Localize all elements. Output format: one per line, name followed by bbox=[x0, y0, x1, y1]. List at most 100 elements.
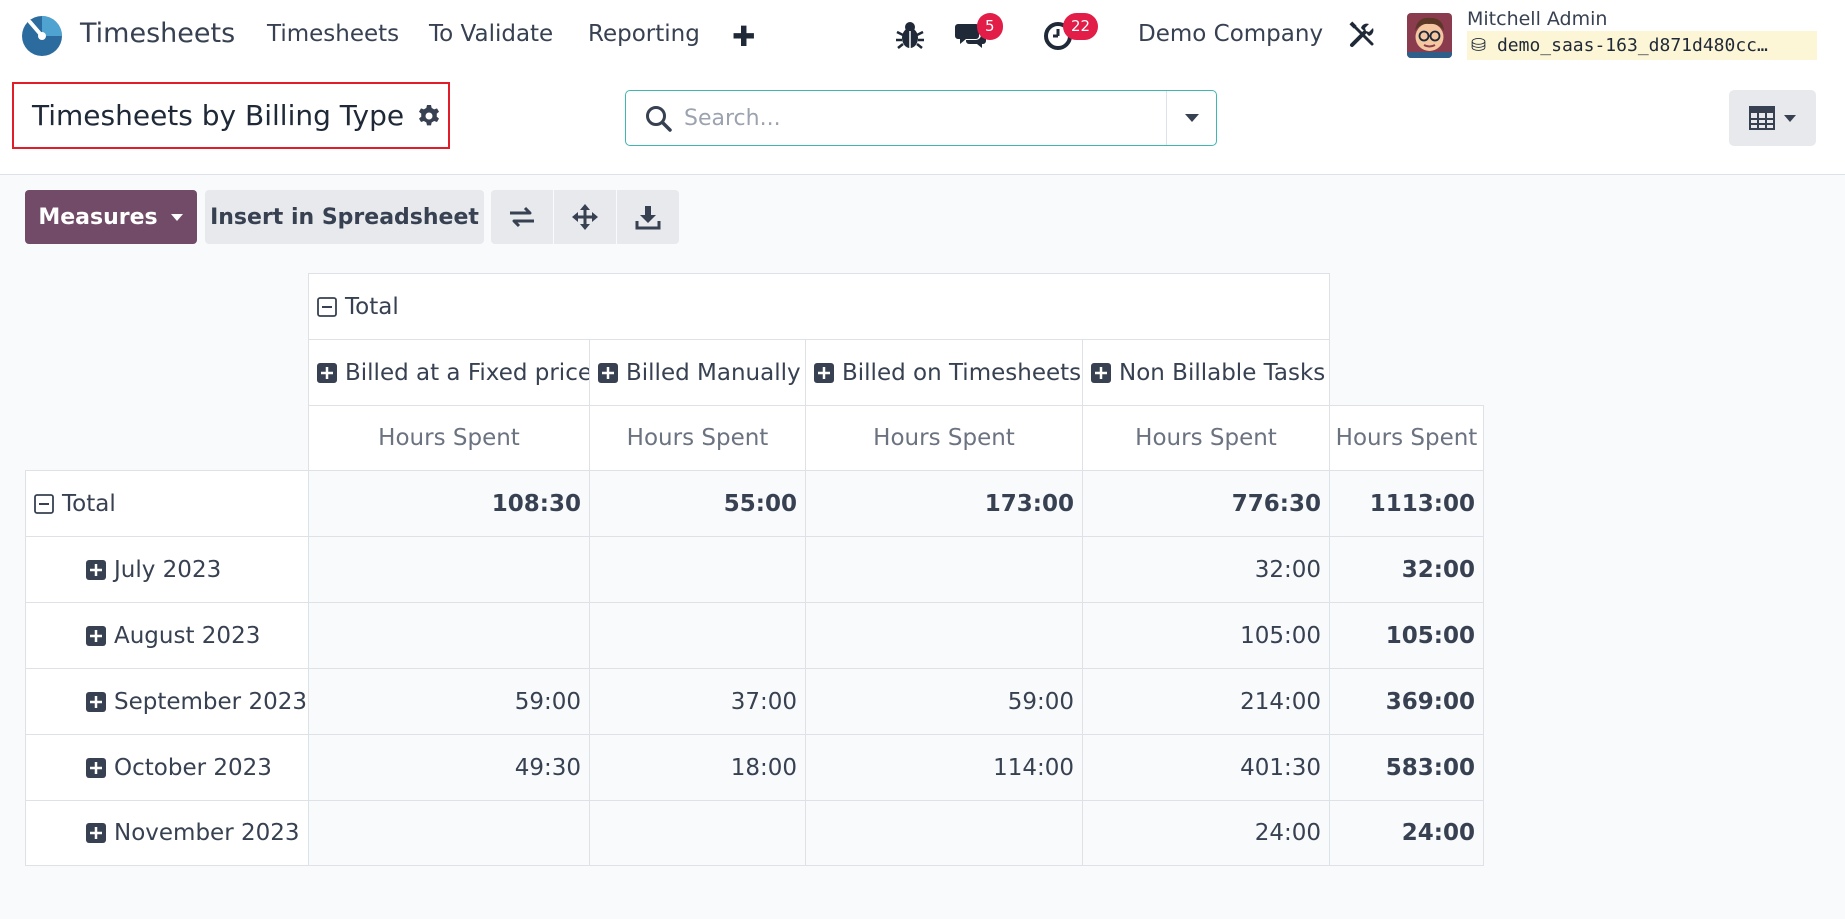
search-icon bbox=[646, 106, 672, 132]
pivot-cell[interactable]: 32:00 bbox=[1082, 536, 1330, 603]
col-header-label: Billed Manually bbox=[626, 359, 801, 386]
pivot-cell[interactable] bbox=[805, 800, 1083, 866]
pivot-cell[interactable] bbox=[805, 536, 1083, 603]
pivot-cell[interactable]: 214:00 bbox=[1082, 668, 1330, 735]
database-icon: ⛁ bbox=[1471, 35, 1487, 56]
pivot-cell[interactable]: 401:30 bbox=[1082, 734, 1330, 801]
row-header-label: Total bbox=[62, 490, 116, 517]
col-header-label: Non Billable Tasks bbox=[1119, 359, 1326, 386]
pivot-cell[interactable]: 776:30 bbox=[1082, 470, 1330, 537]
measure-header[interactable]: Hours Spent bbox=[805, 405, 1083, 471]
pivot-cell[interactable] bbox=[308, 800, 590, 866]
bug-icon[interactable] bbox=[893, 18, 927, 52]
caret-down-icon bbox=[1783, 114, 1796, 122]
pivot-cell[interactable]: 59:00 bbox=[805, 668, 1083, 735]
company-switcher[interactable]: Demo Company bbox=[1138, 21, 1323, 47]
row-header-label: October 2023 bbox=[114, 754, 272, 781]
pivot-cell[interactable] bbox=[589, 800, 806, 866]
measure-header[interactable]: Hours Spent bbox=[308, 405, 590, 471]
col-header-non-billable[interactable]: Non Billable Tasks bbox=[1082, 339, 1330, 406]
col-header-fixed-price[interactable]: Billed at a Fixed price bbox=[308, 339, 592, 406]
expand-icon bbox=[317, 362, 337, 383]
measure-header[interactable]: Hours Spent bbox=[1082, 405, 1330, 471]
col-header-total[interactable]: Total bbox=[308, 273, 1330, 340]
pivot-cell[interactable]: 18:00 bbox=[589, 734, 806, 801]
menu-timesheets[interactable]: Timesheets bbox=[267, 21, 399, 47]
row-header-label: August 2023 bbox=[114, 622, 261, 649]
download-icon bbox=[635, 206, 661, 230]
messages-badge: 5 bbox=[977, 13, 1003, 40]
menu-reporting[interactable]: Reporting bbox=[588, 21, 700, 47]
pivot-cell[interactable]: 105:00 bbox=[1082, 602, 1330, 669]
app-name[interactable]: Timesheets bbox=[80, 18, 235, 49]
search-options-toggle[interactable] bbox=[1166, 91, 1216, 145]
pivot-table-icon bbox=[1748, 106, 1775, 130]
pivot-cell[interactable] bbox=[589, 602, 806, 669]
gear-icon[interactable] bbox=[416, 103, 442, 129]
pivot-cell[interactable]: 59:00 bbox=[308, 668, 590, 735]
breadcrumb: Timesheets by Billing Type bbox=[12, 82, 450, 149]
expand-icon bbox=[86, 757, 106, 778]
expand-icon bbox=[86, 559, 106, 580]
user-avatar[interactable] bbox=[1407, 13, 1452, 58]
expand-icon bbox=[86, 625, 106, 646]
measure-header-total[interactable]: Hours Spent bbox=[1329, 405, 1484, 471]
page-title: Timesheets by Billing Type bbox=[32, 99, 405, 132]
pivot-cell[interactable]: 37:00 bbox=[589, 668, 806, 735]
col-header-manually[interactable]: Billed Manually bbox=[589, 339, 806, 406]
download-button[interactable] bbox=[617, 190, 679, 244]
pivot-cell[interactable]: 49:30 bbox=[308, 734, 590, 801]
menu-to-validate[interactable]: To Validate bbox=[429, 21, 553, 47]
expand-all-button[interactable] bbox=[554, 190, 616, 244]
pivot-cell[interactable]: 55:00 bbox=[589, 470, 806, 537]
pivot-cell-total[interactable]: 583:00 bbox=[1329, 734, 1484, 801]
pivot-cell[interactable] bbox=[589, 536, 806, 603]
row-header-month[interactable]: September 2023 bbox=[25, 668, 309, 735]
pivot-cell-total[interactable]: 1113:00 bbox=[1329, 470, 1484, 537]
view-switcher-button[interactable] bbox=[1729, 90, 1816, 146]
timesheets-app-icon[interactable] bbox=[20, 14, 64, 58]
new-menu-plus-icon[interactable]: ✚ bbox=[732, 20, 755, 53]
row-header-label: November 2023 bbox=[114, 820, 300, 846]
exchange-icon bbox=[510, 206, 534, 228]
col-header-label: Billed on Timesheets bbox=[842, 359, 1082, 386]
arrows-icon bbox=[572, 204, 598, 230]
measure-header[interactable]: Hours Spent bbox=[589, 405, 806, 471]
expand-icon bbox=[1091, 362, 1111, 383]
pivot-actions-group bbox=[491, 190, 680, 244]
row-header-label: September 2023 bbox=[114, 688, 307, 715]
database-name: ⛁ demo_saas-163_d871d480cc… bbox=[1467, 31, 1817, 60]
debug-tools-icon[interactable] bbox=[1347, 20, 1377, 50]
pivot-cell-total[interactable]: 24:00 bbox=[1329, 800, 1484, 866]
search-input[interactable] bbox=[684, 99, 1184, 137]
pivot-cell[interactable]: 173:00 bbox=[805, 470, 1083, 537]
activities-badge: 22 bbox=[1063, 13, 1099, 40]
row-header-total[interactable]: Total bbox=[25, 470, 309, 537]
insert-in-spreadsheet-button[interactable]: Insert in Spreadsheet bbox=[205, 190, 484, 244]
row-header-month[interactable]: November 2023 bbox=[25, 800, 309, 866]
expand-icon bbox=[86, 823, 106, 843]
pivot-cell[interactable]: 24:00 bbox=[1082, 800, 1330, 866]
user-name[interactable]: Mitchell Admin bbox=[1467, 8, 1607, 30]
measures-button[interactable]: Measures bbox=[25, 190, 197, 244]
pivot-cell-total[interactable]: 105:00 bbox=[1329, 602, 1484, 669]
pivot-cell-total[interactable]: 32:00 bbox=[1329, 536, 1484, 603]
flip-axis-button[interactable] bbox=[491, 190, 553, 244]
col-header-label: Billed at a Fixed price bbox=[345, 359, 592, 386]
pivot-cell-total[interactable]: 369:00 bbox=[1329, 668, 1484, 735]
expand-icon bbox=[814, 362, 834, 383]
row-header-month[interactable]: August 2023 bbox=[25, 602, 309, 669]
expand-icon bbox=[86, 691, 106, 712]
measures-label: Measures bbox=[38, 204, 158, 230]
row-header-month[interactable]: July 2023 bbox=[25, 536, 309, 603]
pivot-cell[interactable] bbox=[308, 536, 590, 603]
col-header-total-label: Total bbox=[345, 293, 399, 320]
collapse-icon bbox=[317, 296, 337, 317]
pivot-cell[interactable] bbox=[308, 602, 590, 669]
pivot-cell[interactable]: 114:00 bbox=[805, 734, 1083, 801]
pivot-cell[interactable]: 108:30 bbox=[308, 470, 590, 537]
expand-icon bbox=[598, 362, 618, 383]
row-header-month[interactable]: October 2023 bbox=[25, 734, 309, 801]
col-header-timesheets[interactable]: Billed on Timesheets bbox=[805, 339, 1083, 406]
pivot-cell[interactable] bbox=[805, 602, 1083, 669]
